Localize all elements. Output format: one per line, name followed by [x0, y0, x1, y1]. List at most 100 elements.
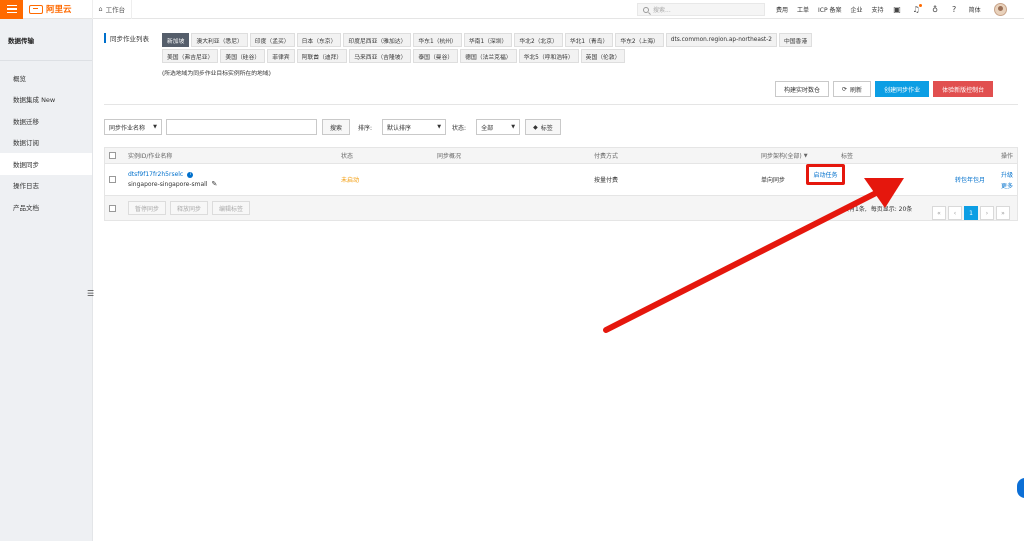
- release-sync-button[interactable]: 释放同步: [170, 201, 209, 215]
- logo[interactable]: 阿里云: [29, 3, 72, 15]
- convert-subscription-link[interactable]: 转包年包月: [955, 164, 985, 195]
- job-search-input[interactable]: [166, 119, 317, 135]
- first-page-button[interactable]: «: [932, 206, 946, 220]
- region-tab[interactable]: 菲律宾: [267, 49, 295, 63]
- region-tab[interactable]: 中国香港: [778, 33, 813, 47]
- region-tab[interactable]: 澳大利亚（悉尼）: [191, 33, 248, 47]
- terminal-icon[interactable]: ▣: [893, 5, 902, 14]
- sidebar-item-integration[interactable]: 数据集成 New: [0, 89, 92, 111]
- refresh-button[interactable]: ⟳ 刷新: [833, 81, 872, 97]
- pause-sync-button[interactable]: 暂停同步: [128, 201, 167, 215]
- region-tab[interactable]: 华南1（深圳）: [463, 33, 513, 47]
- col-status: 状态: [341, 153, 354, 160]
- region-tab[interactable]: 华北5（呼和浩特）: [518, 49, 579, 63]
- nav-tickets[interactable]: 工单: [797, 5, 809, 14]
- region-tab[interactable]: 英国（伦敦）: [580, 49, 626, 63]
- region-label: 同步作业列表: [110, 35, 149, 43]
- select-all-checkbox[interactable]: [109, 152, 116, 159]
- tag-filter-button[interactable]: ◆ 标签: [525, 119, 561, 135]
- upgrade-link[interactable]: 升级: [1001, 170, 1013, 179]
- more-link[interactable]: 更多: [1001, 181, 1013, 190]
- region-heading: 同步作业列表: [104, 33, 149, 43]
- sort-value: 默认排序: [387, 124, 412, 132]
- search-field-value: 同步作业名称: [109, 124, 146, 132]
- chevron-down-icon: ▼: [511, 124, 516, 130]
- next-page-button[interactable]: ›: [980, 206, 994, 220]
- status-badge: 未启动: [341, 177, 360, 184]
- language-switch[interactable]: 简体: [969, 5, 981, 14]
- col-overview: 同步概况: [437, 153, 462, 160]
- info-icon[interactable]: i: [187, 171, 194, 178]
- region-tab[interactable]: 华北2（北京）: [514, 33, 563, 47]
- region-tab[interactable]: 华东1（杭州）: [413, 33, 462, 47]
- sidebar-item-logs[interactable]: 操作日志: [0, 175, 92, 197]
- pagination: « ‹ 1 › »: [932, 206, 1010, 220]
- sidebar-item-docs[interactable]: 产品文档: [0, 196, 92, 218]
- sidebar-item-subscription[interactable]: 数据订阅: [0, 132, 92, 154]
- refresh-icon: ⟳: [842, 85, 848, 93]
- search-input[interactable]: 搜索...: [637, 3, 765, 16]
- search-button[interactable]: 搜索: [322, 119, 351, 135]
- sort-select[interactable]: 默认排序 ▼: [382, 119, 447, 135]
- region-tab[interactable]: 华东2（上海）: [615, 33, 664, 47]
- col-instance: 实例ID/作业名称: [128, 153, 173, 160]
- region-tab[interactable]: 美国（弗吉尼亚）: [162, 49, 219, 63]
- search-icon: [643, 6, 649, 13]
- nav-support[interactable]: 支持: [872, 5, 884, 14]
- region-tab[interactable]: 泰国（曼谷）: [413, 49, 459, 63]
- chevron-down-icon: ▼: [153, 124, 157, 130]
- sidebar-item-sync[interactable]: 数据同步: [0, 153, 92, 175]
- region-row-1: 新加坡 澳大利亚（悉尼） 印度（孟买） 日本（东京） 印度尼西亚（雅加达） 华东…: [162, 33, 828, 47]
- instance-id-link[interactable]: dtsf9f17fr2h5rselc: [128, 171, 183, 178]
- nav-enterprise[interactable]: 企业: [851, 5, 863, 14]
- sidebar-item-overview[interactable]: 概览: [0, 67, 92, 89]
- bell-icon[interactable]: ♫: [912, 4, 922, 14]
- workbench-link[interactable]: ⌂ 工作台: [91, 0, 133, 19]
- region-tab[interactable]: dts.common.region.ap-northeast-2: [665, 33, 777, 47]
- region-tab[interactable]: 德国（法兰克福）: [460, 49, 517, 63]
- create-sync-job-button[interactable]: 创建同步作业: [875, 81, 930, 97]
- region-tab[interactable]: 印度尼西亚（雅加达）: [343, 33, 412, 47]
- workbench-label: 工作台: [105, 6, 126, 14]
- region-tab[interactable]: 日本（东京）: [296, 33, 342, 47]
- row-checkbox[interactable]: [109, 176, 116, 183]
- lightbulb-icon[interactable]: ♁: [931, 5, 940, 14]
- sidebar-item-migration[interactable]: 数据迁移: [0, 110, 92, 132]
- region-tab[interactable]: 阿联酋（迪拜）: [296, 49, 348, 63]
- region-tab[interactable]: 新加坡: [162, 33, 190, 47]
- sidebar-collapse-icon[interactable]: ☰: [87, 289, 95, 298]
- status-select[interactable]: 全部 ▼: [476, 119, 521, 135]
- region-tab[interactable]: 马来西亚（吉隆坡）: [349, 49, 412, 63]
- footer-checkbox[interactable]: [109, 204, 116, 212]
- status-value: 全部: [481, 124, 494, 132]
- start-task-button[interactable]: 启动任务: [806, 164, 845, 185]
- region-tab[interactable]: 印度（孟买）: [249, 33, 295, 47]
- help-icon[interactable]: ?: [950, 5, 959, 14]
- menu-icon[interactable]: [0, 0, 23, 19]
- col-arch-label: 同步架构(全部): [761, 153, 802, 160]
- prev-page-button[interactable]: ‹: [948, 206, 962, 220]
- divider: [104, 104, 1018, 105]
- search-field-select[interactable]: 同步作业名称 ▼: [104, 119, 162, 135]
- nav-icp[interactable]: ICP 备案: [818, 5, 842, 14]
- col-ops: 操作: [1001, 153, 1014, 160]
- tag-filter-label: 标签: [540, 124, 553, 132]
- ops-more: 升级 更多: [1001, 164, 1013, 195]
- floating-help-button[interactable]: [1017, 478, 1024, 498]
- pay-type: 按量付费: [594, 177, 619, 184]
- page-number-button[interactable]: 1: [964, 206, 978, 220]
- edit-pencil-icon[interactable]: ✎: [212, 180, 218, 188]
- last-page-button[interactable]: »: [996, 206, 1010, 220]
- build-warehouse-button[interactable]: 构建实时数仓: [775, 81, 830, 97]
- start-task-label: 启动任务: [813, 172, 838, 179]
- region-tab[interactable]: 美国（硅谷）: [220, 49, 266, 63]
- region-tab[interactable]: 华北1（青岛）: [564, 33, 614, 47]
- new-console-button[interactable]: 体验新版控制台: [933, 81, 994, 97]
- edit-tag-button[interactable]: 编辑标签: [212, 201, 251, 215]
- sidebar: 数据传输 概览 数据集成 New 数据迁移 数据订阅 数据同步 操作日志 产品文…: [0, 19, 93, 541]
- sidebar-title: 数据传输: [0, 19, 92, 61]
- avatar[interactable]: [993, 3, 1007, 16]
- nav-fees[interactable]: 费用: [776, 5, 788, 14]
- aliyun-logo-icon: [29, 4, 43, 14]
- col-arch[interactable]: 同步架构(全部) ▼: [761, 148, 808, 163]
